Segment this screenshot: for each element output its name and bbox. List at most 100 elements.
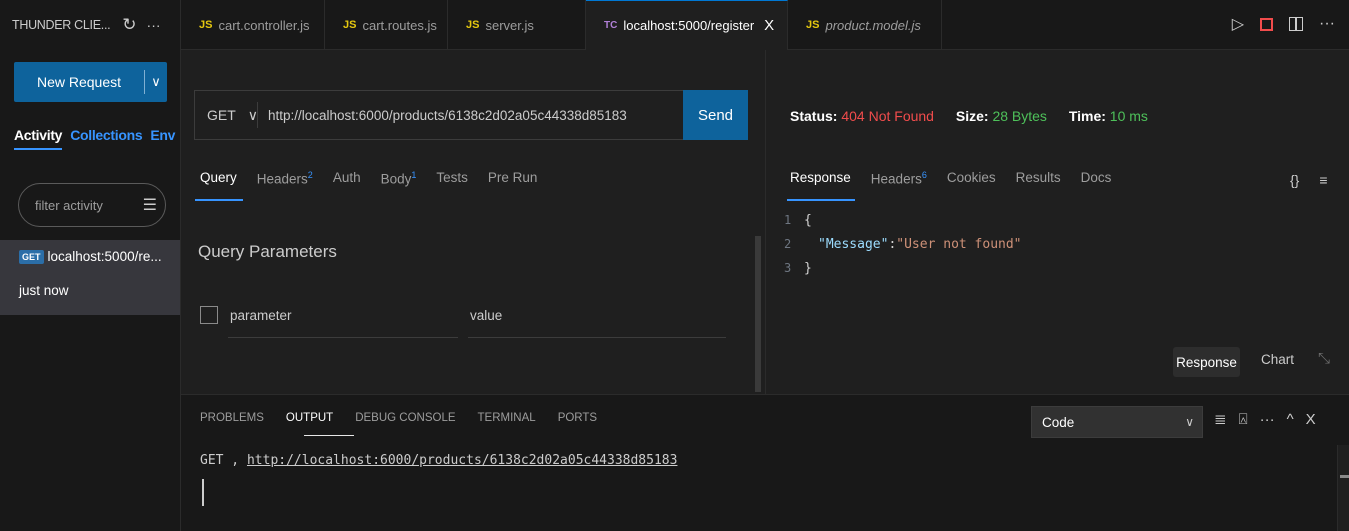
editor-actions: ▷ ··· [1232, 14, 1335, 34]
sidebar-title: THUNDER CLIE... [12, 18, 111, 32]
tab-debug-console[interactable]: DEBUG CONSOLE [355, 412, 455, 424]
output-channel-select[interactable]: Code ∨ [1031, 406, 1203, 438]
tab-docs[interactable]: Docs [1081, 170, 1112, 200]
response-view-button[interactable]: Response [1173, 347, 1240, 377]
active-tab-indicator [787, 199, 855, 201]
code-line: { [804, 212, 812, 228]
chevron-up-icon[interactable]: ^ [1287, 411, 1294, 428]
editor-tab-bar: JS cart.controller.js JS cart.routes.js … [181, 0, 1349, 50]
sidebar-tabs: Activity Collections Env [14, 127, 181, 155]
param-value-input[interactable]: value [468, 308, 726, 338]
tab-response-headers[interactable]: Headers6 [871, 170, 927, 200]
tab-label: localhost:5000/register [623, 18, 755, 33]
url-input[interactable]: http://localhost:6000/products/6138c2d02… [258, 108, 747, 123]
js-file-icon: JS [343, 19, 357, 31]
active-tab-indicator [304, 435, 354, 436]
output-line: GET , http://localhost:6000/products/613… [200, 453, 677, 468]
js-file-icon: JS [466, 19, 480, 31]
clear-output-icon[interactable]: ≣ [1214, 410, 1227, 428]
ellipsis-icon[interactable]: ··· [1260, 411, 1275, 428]
js-file-icon: JS [199, 19, 213, 31]
output-prefix: GET , [200, 453, 247, 468]
tab-body-label: Body [380, 171, 412, 187]
activity-url: localhost:5000/re... [47, 249, 162, 264]
tab-tests[interactable]: Tests [436, 170, 468, 200]
tab-label: product.model.js [825, 17, 921, 33]
lock-icon[interactable]: ⍓ [1239, 411, 1248, 428]
tab-query[interactable]: Query [200, 170, 237, 200]
select-value: Code [1042, 414, 1075, 430]
output-link[interactable]: http://localhost:6000/products/6138c2d02… [247, 453, 677, 468]
stop-icon[interactable] [1260, 17, 1274, 31]
chart-view-button[interactable]: Chart [1261, 352, 1294, 367]
param-checkbox[interactable] [200, 306, 218, 324]
method-value: GET [207, 107, 236, 123]
tab-collections[interactable]: Collections [70, 127, 142, 143]
panel-divider[interactable] [765, 50, 766, 394]
run-icon[interactable]: ▷ [1232, 14, 1244, 34]
tab-server[interactable]: JS server.js [448, 0, 586, 50]
panel-actions: ≣ ⍓ ··· ^ X [1214, 410, 1316, 429]
size-label: Size: [955, 108, 989, 124]
tab-cookies[interactable]: Cookies [947, 170, 996, 200]
tab-output[interactable]: OUTPUT [286, 412, 333, 424]
tab-cart-routes[interactable]: JS cart.routes.js [325, 0, 448, 50]
tab-ports[interactable]: PORTS [558, 412, 597, 424]
line-number: 1 [784, 213, 792, 227]
size-value: 28 Bytes [992, 108, 1047, 124]
tab-response[interactable]: Response [790, 170, 851, 200]
panel-tabs: PROBLEMS OUTPUT DEBUG CONSOLE TERMINAL P… [200, 412, 597, 424]
tab-product-model[interactable]: JS product.model.js [788, 0, 942, 50]
json-colon: : [888, 236, 897, 252]
new-request-label: New Request [36, 74, 122, 90]
new-request-button[interactable]: New Request ∨ [14, 62, 167, 102]
status-label: Status: [790, 108, 838, 124]
tab-cart-controller[interactable]: JS cart.controller.js [181, 0, 325, 50]
close-icon[interactable]: X [1306, 411, 1316, 428]
status-value: 404 Not Found [841, 108, 934, 124]
tab-label: server.js [485, 17, 534, 33]
tab-auth[interactable]: Auth [333, 170, 361, 200]
send-button[interactable]: Send [683, 90, 748, 140]
tab-env[interactable]: Env [150, 127, 175, 143]
scroll-thumb[interactable] [1340, 475, 1349, 478]
activity-list-item[interactable]: GET localhost:5000/re... just now [0, 240, 180, 315]
method-select[interactable]: GET ∨ [195, 107, 258, 124]
chevron-down-icon[interactable]: ∨ [145, 74, 167, 90]
menu-icon[interactable]: ☰ [143, 195, 157, 215]
braces-icon[interactable]: {} [1290, 172, 1299, 188]
tab-activity[interactable]: Activity [14, 127, 62, 150]
tab-localhost-register[interactable]: TC localhost:5000/register X [586, 0, 788, 50]
headers-count: 2 [307, 170, 313, 180]
tab-label: cart.controller.js [218, 17, 310, 33]
ellipsis-icon[interactable]: ··· [1319, 15, 1335, 33]
expand-icon[interactable]: ⤡ [1318, 350, 1330, 367]
menu-icon[interactable]: ≡ [1319, 172, 1327, 188]
query-parameters-title: Query Parameters [198, 242, 337, 261]
json-key: "Message" [818, 236, 889, 252]
param-name-input[interactable]: parameter [228, 308, 458, 338]
time-value: 10 ms [1109, 108, 1148, 124]
close-icon[interactable]: X [764, 17, 774, 34]
time-label: Time: [1068, 108, 1106, 124]
response-status-line: Status: 404 Not Found Size: 28 Bytes Tim… [790, 108, 1148, 124]
tab-terminal[interactable]: TERMINAL [478, 412, 536, 424]
tab-problems[interactable]: PROBLEMS [200, 412, 264, 424]
tab-prerun[interactable]: Pre Run [488, 170, 538, 200]
tab-headers-label: Headers [870, 171, 922, 187]
scrollbar[interactable] [755, 236, 761, 392]
method-badge: GET [19, 249, 44, 264]
panel-scrollbar[interactable] [1337, 445, 1349, 531]
active-tab-indicator [195, 199, 243, 201]
filter-activity-input[interactable]: filter activity ☰ [18, 183, 166, 227]
response-tabs: Response Headers6 Cookies Results Docs [790, 170, 1111, 200]
tab-results[interactable]: Results [1016, 170, 1061, 200]
request-url-bar: GET ∨ http://localhost:6000/products/613… [194, 90, 748, 140]
tab-headers[interactable]: Headers2 [257, 170, 313, 200]
headers-count: 6 [921, 170, 927, 180]
refresh-icon[interactable]: ↻ [122, 15, 136, 35]
tab-body[interactable]: Body1 [381, 170, 417, 200]
line-number: 3 [784, 261, 792, 275]
ellipsis-icon[interactable]: ··· [147, 17, 161, 33]
split-editor-icon[interactable] [1289, 17, 1304, 31]
